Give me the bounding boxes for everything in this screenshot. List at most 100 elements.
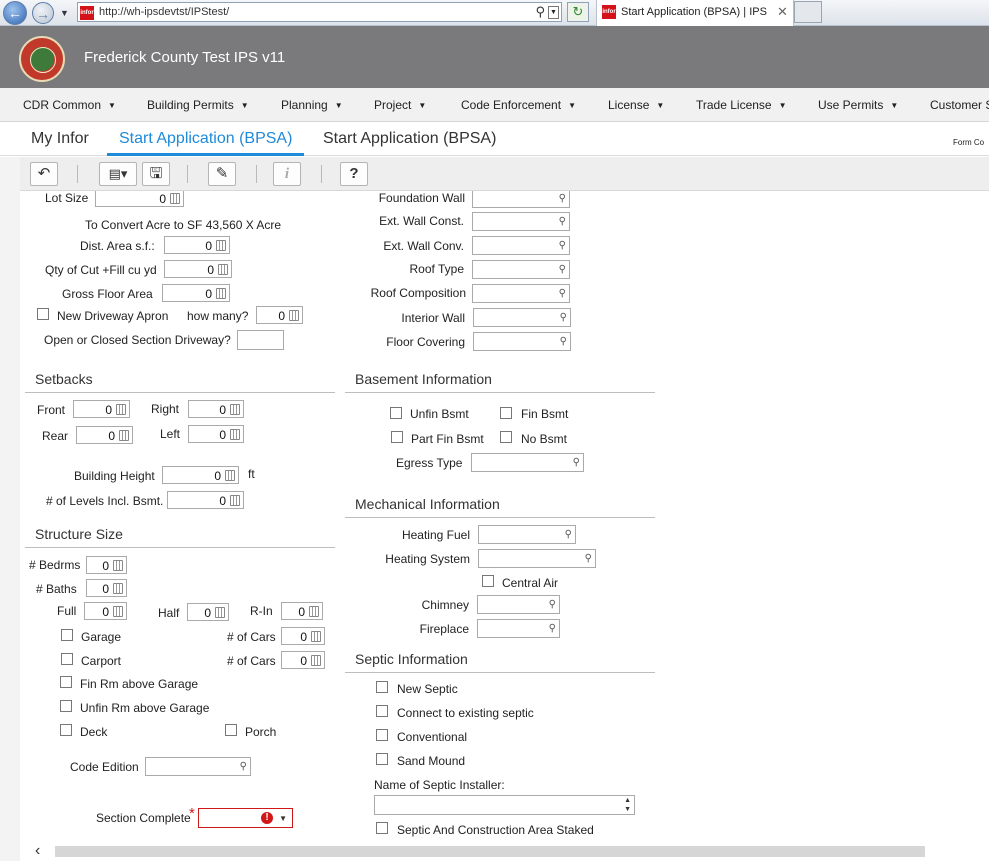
calculator-icon[interactable] bbox=[215, 607, 225, 618]
rough-in-field[interactable]: 0 bbox=[281, 602, 323, 620]
unfin-bsmt-checkbox[interactable] bbox=[390, 407, 402, 419]
forward-icon[interactable]: → bbox=[32, 2, 54, 24]
egress-type-lookup[interactable]: ⚲ bbox=[471, 453, 584, 472]
calculator-icon[interactable] bbox=[216, 240, 226, 251]
driveway-section-field[interactable] bbox=[237, 330, 284, 350]
menu-cdr-common[interactable]: CDR Common ▼ bbox=[23, 98, 116, 112]
undo-icon[interactable]: ↶ bbox=[30, 162, 58, 186]
garage-cars-field[interactable]: 0 bbox=[281, 627, 325, 645]
section-complete-select[interactable]: ! ▼ bbox=[198, 808, 293, 828]
lookup-icon[interactable]: ⚲ bbox=[240, 761, 247, 772]
help-icon[interactable]: ? bbox=[340, 162, 368, 186]
close-tab-icon[interactable]: ✕ bbox=[777, 4, 788, 20]
lookup-icon[interactable]: ⚲ bbox=[549, 623, 556, 634]
septic-installer-field[interactable]: ▲ ▼ bbox=[374, 795, 635, 815]
calculator-icon[interactable] bbox=[309, 606, 319, 617]
part-fin-bsmt-checkbox[interactable] bbox=[391, 431, 403, 443]
carport-cars-field[interactable]: 0 bbox=[281, 651, 325, 669]
lookup-icon[interactable]: ⚲ bbox=[559, 240, 566, 251]
lookup-icon[interactable]: ⚲ bbox=[559, 264, 566, 275]
scroll-left-icon[interactable]: ‹ bbox=[35, 842, 40, 860]
calculator-icon[interactable] bbox=[230, 429, 240, 440]
calculator-icon[interactable] bbox=[311, 655, 321, 666]
how-many-field[interactable]: 0 bbox=[256, 306, 303, 324]
levels-field[interactable]: 0 bbox=[167, 491, 244, 509]
new-septic-checkbox[interactable] bbox=[376, 681, 388, 693]
sand-mound-checkbox[interactable] bbox=[376, 753, 388, 765]
search-icon[interactable]: ⚲ bbox=[535, 4, 545, 20]
lookup-icon[interactable]: ⚲ bbox=[559, 216, 566, 227]
tab-start-application[interactable]: Start Application (BPSA) bbox=[323, 130, 496, 148]
code-edition-lookup[interactable]: ⚲ bbox=[145, 757, 251, 776]
history-dropdown-icon[interactable]: ▼ bbox=[60, 8, 69, 18]
front-setback-field[interactable]: 0 bbox=[73, 400, 130, 418]
lookup-icon[interactable]: ⚲ bbox=[549, 599, 556, 610]
heating-system-lookup[interactable]: ⚲ bbox=[478, 549, 596, 568]
scrollbar-thumb[interactable] bbox=[55, 846, 925, 857]
building-height-field[interactable]: 0 bbox=[162, 466, 239, 484]
lot-size-field[interactable]: 0 bbox=[95, 191, 184, 207]
roof-composition-lookup[interactable]: ⚲ bbox=[472, 284, 570, 303]
calculator-icon[interactable] bbox=[113, 606, 123, 617]
lookup-icon[interactable]: ⚲ bbox=[573, 457, 580, 468]
map-icon[interactable]: ▤▾ bbox=[99, 162, 137, 186]
bedrooms-field[interactable]: 0 bbox=[86, 556, 127, 574]
rear-setback-field[interactable]: 0 bbox=[76, 426, 133, 444]
calculator-icon[interactable] bbox=[113, 583, 123, 594]
lookup-icon[interactable]: ⚲ bbox=[585, 553, 592, 564]
qty-cut-fill-field[interactable]: 0 bbox=[164, 260, 232, 278]
calculator-icon[interactable] bbox=[230, 495, 240, 506]
calculator-icon[interactable] bbox=[216, 288, 226, 299]
tab-my-infor[interactable]: My Infor bbox=[31, 130, 89, 148]
porch-checkbox[interactable] bbox=[225, 724, 237, 736]
calculator-icon[interactable] bbox=[170, 193, 180, 204]
menu-customer-service[interactable]: Customer S bbox=[930, 98, 989, 112]
septic-staked-checkbox[interactable] bbox=[376, 822, 388, 834]
menu-planning[interactable]: Planning ▼ bbox=[281, 98, 343, 112]
address-bar[interactable]: infor http://wh-ipsdevtst/IPStest/ ⚲ ▼ bbox=[77, 2, 562, 22]
full-bath-field[interactable]: 0 bbox=[84, 602, 127, 620]
chimney-lookup[interactable]: ⚲ bbox=[477, 595, 560, 614]
unfin-rm-garage-checkbox[interactable] bbox=[60, 700, 72, 712]
floor-covering-lookup[interactable]: ⚲ bbox=[473, 332, 571, 351]
calculator-icon[interactable] bbox=[230, 404, 240, 415]
menu-code-enforcement[interactable]: Code Enforcement ▼ bbox=[461, 98, 576, 112]
ext-wall-const-lookup[interactable]: ⚲ bbox=[472, 212, 570, 231]
lookup-icon[interactable]: ⚲ bbox=[559, 193, 566, 204]
calculator-icon[interactable] bbox=[113, 560, 123, 571]
url-text[interactable]: http://wh-ipsdevtst/IPStest/ bbox=[99, 6, 229, 18]
no-bsmt-checkbox[interactable] bbox=[500, 431, 512, 443]
save-icon[interactable]: 🖫 bbox=[142, 162, 170, 186]
fireplace-lookup[interactable]: ⚲ bbox=[477, 619, 560, 638]
info-icon[interactable]: i bbox=[273, 162, 301, 186]
menu-building-permits[interactable]: Building Permits ▼ bbox=[147, 98, 249, 112]
browser-tab[interactable]: infor Start Application (BPSA) | IPS ✕ bbox=[596, 0, 794, 26]
fin-rm-garage-checkbox[interactable] bbox=[60, 676, 72, 688]
menu-license[interactable]: License ▼ bbox=[608, 98, 664, 112]
chevron-down-icon[interactable]: ▼ bbox=[279, 814, 287, 823]
foundation-wall-lookup[interactable]: ⚲ bbox=[472, 191, 570, 208]
eraser-icon[interactable]: ✎ bbox=[208, 162, 236, 186]
gross-floor-field[interactable]: 0 bbox=[162, 284, 230, 302]
menu-trade-license[interactable]: Trade License ▼ bbox=[696, 98, 787, 112]
roof-type-lookup[interactable]: ⚲ bbox=[472, 260, 570, 279]
deck-checkbox[interactable] bbox=[60, 724, 72, 736]
baths-field[interactable]: 0 bbox=[86, 579, 127, 597]
calculator-icon[interactable] bbox=[311, 631, 321, 642]
resize-spinner-icon[interactable]: ▲ ▼ bbox=[624, 796, 631, 814]
calculator-icon[interactable] bbox=[116, 404, 126, 415]
right-setback-field[interactable]: 0 bbox=[188, 400, 244, 418]
address-dropdown-icon[interactable]: ▼ bbox=[548, 6, 559, 19]
lookup-icon[interactable]: ⚲ bbox=[559, 288, 566, 299]
new-tab-button[interactable] bbox=[794, 1, 822, 23]
new-driveway-checkbox[interactable] bbox=[37, 308, 49, 320]
carport-checkbox[interactable] bbox=[61, 653, 73, 665]
calculator-icon[interactable] bbox=[218, 264, 228, 275]
dist-area-field[interactable]: 0 bbox=[164, 236, 230, 254]
calculator-icon[interactable] bbox=[225, 470, 235, 481]
menu-project[interactable]: Project ▼ bbox=[374, 98, 426, 112]
lookup-icon[interactable]: ⚲ bbox=[560, 312, 567, 323]
tab-start-application-active[interactable]: Start Application (BPSA) bbox=[119, 130, 292, 148]
refresh-icon[interactable]: ↻ bbox=[567, 2, 589, 22]
conventional-checkbox[interactable] bbox=[376, 729, 388, 741]
